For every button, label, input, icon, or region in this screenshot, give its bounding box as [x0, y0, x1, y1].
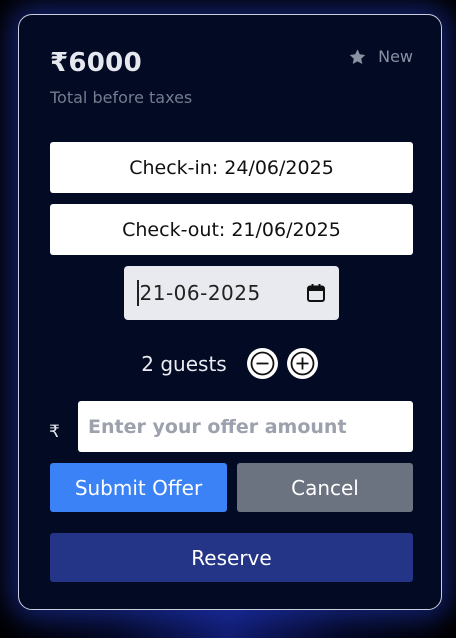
- increment-guests-button[interactable]: [286, 348, 318, 379]
- star-icon: [349, 48, 366, 64]
- guests-row: 2 guests: [19, 348, 441, 379]
- currency-symbol: ₹: [49, 422, 60, 442]
- reserve-button[interactable]: Reserve: [50, 533, 413, 582]
- badge-label: New: [378, 47, 413, 66]
- price: ₹6000: [50, 48, 142, 78]
- submit-offer-button[interactable]: Submit Offer: [50, 463, 227, 512]
- offer-amount-input[interactable]: [78, 401, 413, 452]
- plus-icon: [290, 351, 315, 376]
- checkin-display[interactable]: Check-in: 24/06/2025: [50, 142, 413, 193]
- date-picker-input[interactable]: 21-06-2025: [124, 266, 339, 320]
- guests-count: 2 guests: [141, 351, 227, 376]
- cancel-button[interactable]: Cancel: [237, 463, 413, 512]
- price-note: Total before taxes: [50, 88, 193, 107]
- calendar-icon[interactable]: [306, 283, 326, 303]
- decrement-guests-button[interactable]: [246, 348, 278, 379]
- booking-card: ₹6000 Total before taxes New Check-in: 2…: [18, 14, 442, 610]
- minus-icon: [250, 351, 275, 376]
- checkout-display[interactable]: Check-out: 21/06/2025: [50, 204, 413, 255]
- new-badge: New: [348, 47, 413, 66]
- text-caret: [137, 280, 139, 306]
- date-value: 21-06-2025: [139, 281, 261, 305]
